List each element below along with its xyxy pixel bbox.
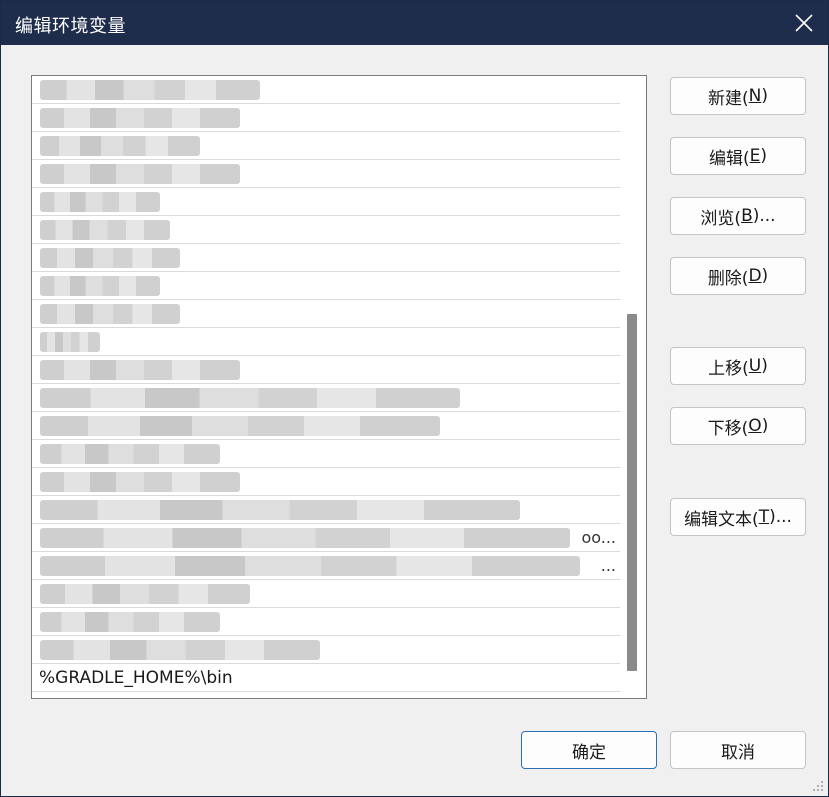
edit-button-key: E <box>749 146 761 166</box>
path-list-item[interactable] <box>32 216 620 244</box>
dialog-title: 编辑环境变量 <box>15 16 126 37</box>
delete-button-key: D <box>748 266 762 286</box>
delete-button-label: 删除( <box>707 268 749 289</box>
close-icon <box>795 14 813 32</box>
redacted-text <box>40 500 520 520</box>
redacted-text <box>40 388 460 408</box>
redacted-text <box>40 332 100 352</box>
new-button-label: 新建( <box>708 88 749 109</box>
path-list-item[interactable]: oo... <box>32 524 620 552</box>
browse-button-end: )... <box>752 206 776 226</box>
redacted-text <box>40 136 200 156</box>
edit-text-button[interactable]: 编辑文本(T)... <box>670 498 806 536</box>
path-list-item[interactable] <box>32 132 620 160</box>
path-list-item[interactable] <box>32 272 620 300</box>
path-list-item[interactable] <box>32 244 620 272</box>
path-list-item[interactable] <box>32 328 620 356</box>
redacted-text <box>40 612 220 632</box>
title-bar: 编辑环境变量 <box>1 1 828 45</box>
redacted-text <box>40 416 440 436</box>
redacted-text <box>40 556 580 576</box>
new-button-end: ) <box>761 86 768 106</box>
edit-button[interactable]: 编辑(E) <box>670 137 806 175</box>
path-list-item[interactable] <box>32 356 620 384</box>
path-list[interactable]: oo...... %GRADLE_HOME%\bin <box>31 75 647 699</box>
redacted-text <box>40 640 320 660</box>
move-up-button-key: U <box>748 356 762 376</box>
path-list-item[interactable] <box>32 300 620 328</box>
delete-button-end: ) <box>761 266 769 286</box>
path-list-item[interactable]: ... <box>32 552 620 580</box>
edit-text-button-label: 编辑文本( <box>684 509 759 530</box>
path-list-item[interactable] <box>32 580 620 608</box>
redacted-text <box>40 584 250 604</box>
move-down-button-label: 下移( <box>707 418 749 439</box>
redacted-text <box>40 80 260 100</box>
browse-button-label: 浏览( <box>700 208 742 229</box>
cancel-button[interactable]: 取消 <box>670 731 806 769</box>
close-button[interactable] <box>788 7 820 39</box>
path-list-item[interactable] <box>32 160 620 188</box>
path-list-item-text: %GRADLE_HOME%\bin <box>39 668 233 688</box>
move-down-button-end: ) <box>761 416 769 436</box>
path-list-item[interactable]: %GRADLE_HOME%\bin <box>32 664 620 692</box>
edit-text-button-end: )... <box>769 507 792 527</box>
redacted-text <box>40 528 570 548</box>
move-up-button[interactable]: 上移(U) <box>670 347 806 385</box>
path-list-item[interactable] <box>32 384 620 412</box>
ok-button[interactable]: 确定 <box>521 731 657 769</box>
path-list-item[interactable] <box>32 104 620 132</box>
edit-button-end: ) <box>760 146 768 166</box>
path-list-item[interactable] <box>32 412 620 440</box>
redacted-text <box>40 276 160 296</box>
move-down-button[interactable]: 下移(O) <box>670 407 806 445</box>
edit-env-var-dialog: 编辑环境变量 oo...... %GRADLE_HOME%\bin 新建(N) 编… <box>0 0 829 797</box>
move-down-button-key: O <box>748 416 762 436</box>
path-list-item[interactable] <box>32 496 620 524</box>
edit-button-label: 编辑( <box>708 148 750 169</box>
browse-button[interactable]: 浏览(B)... <box>670 197 806 235</box>
scrollbar-thumb[interactable] <box>627 314 637 671</box>
redacted-text <box>40 472 240 492</box>
path-list-item[interactable] <box>32 440 620 468</box>
edit-text-button-key: T <box>758 507 770 527</box>
move-up-button-end: ) <box>761 356 768 376</box>
path-list-item[interactable] <box>32 188 620 216</box>
path-list-item[interactable] <box>32 608 620 636</box>
path-list-item[interactable] <box>32 636 620 664</box>
vertical-scrollbar[interactable] <box>622 76 644 696</box>
new-button[interactable]: 新建(N) <box>670 77 806 115</box>
path-list-item[interactable] <box>32 76 620 104</box>
path-list-item-trail: ... <box>600 556 616 575</box>
resize-grip-icon[interactable] <box>812 780 824 792</box>
path-list-item-trail: oo... <box>581 528 616 547</box>
browse-button-key: B <box>741 206 753 226</box>
redacted-text <box>40 444 220 464</box>
redacted-text <box>40 304 180 324</box>
redacted-text <box>40 360 240 380</box>
redacted-text <box>40 108 240 128</box>
redacted-text <box>40 164 240 184</box>
move-up-button-label: 上移( <box>708 358 749 379</box>
new-button-key: N <box>748 86 762 106</box>
path-list-item[interactable] <box>32 468 620 496</box>
delete-button[interactable]: 删除(D) <box>670 257 806 295</box>
redacted-text <box>40 192 160 212</box>
redacted-text <box>40 248 180 268</box>
redacted-text <box>40 220 170 240</box>
path-list-rows: oo...... %GRADLE_HOME%\bin <box>32 76 620 692</box>
